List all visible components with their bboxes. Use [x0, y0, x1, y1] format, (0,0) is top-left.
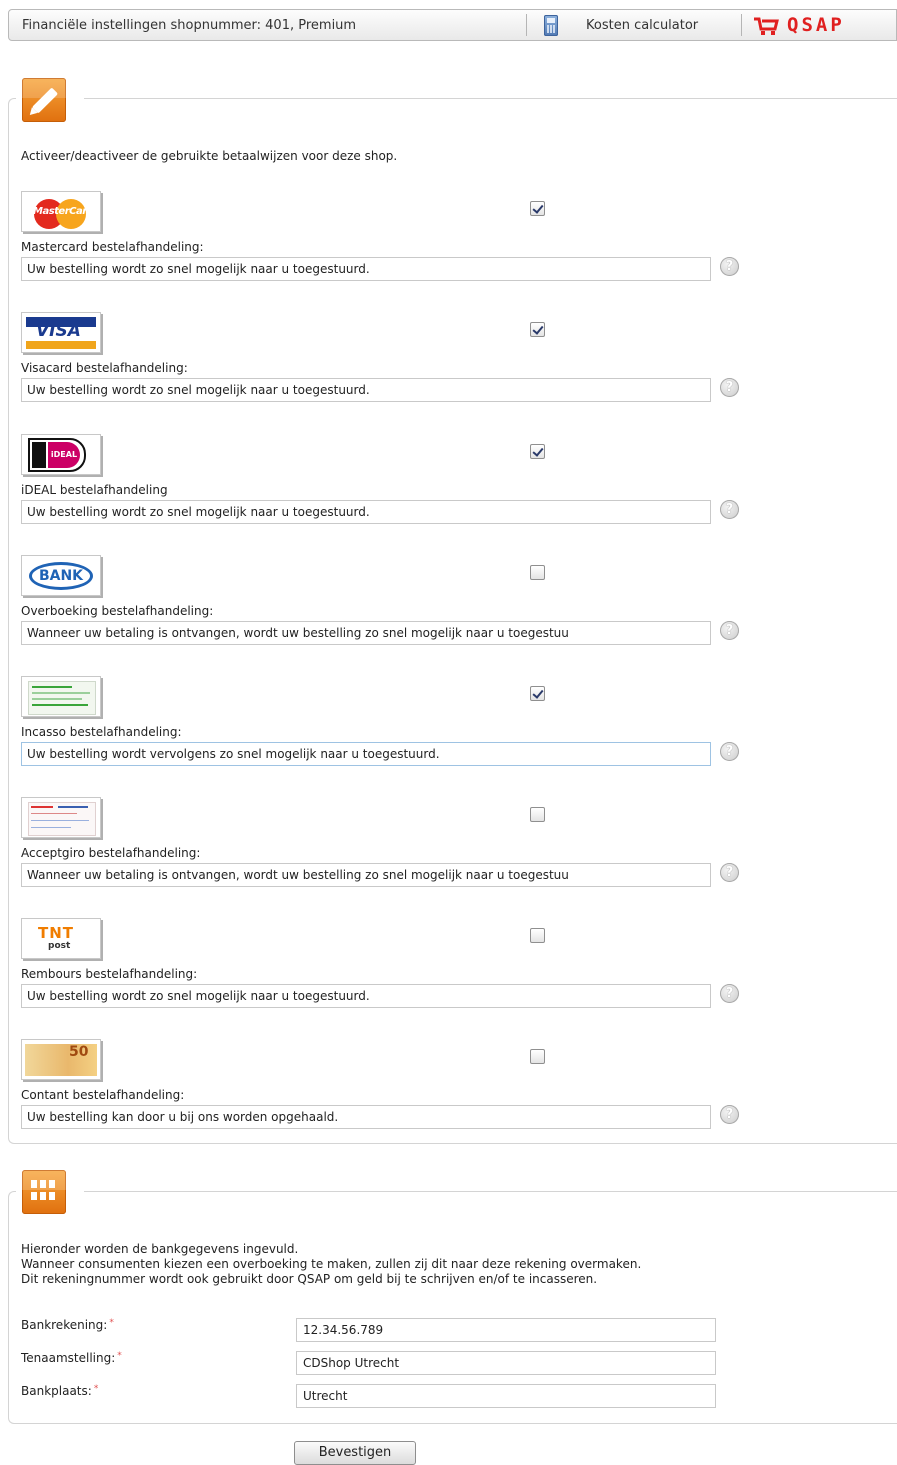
required-marker: * [117, 1351, 122, 1361]
header-divider [741, 14, 742, 36]
bank-city-input[interactable]: Utrecht [296, 1384, 716, 1408]
calculator-icon[interactable] [544, 15, 558, 36]
field-label: Bankrekening: [21, 1318, 108, 1332]
enable-checkbox[interactable] [530, 565, 545, 580]
payment-method-tnt-post: TNT post Rembours bestelafhandeling: Uw bes… [21, 918, 741, 1038]
help-icon[interactable]: ? [720, 621, 739, 640]
confirm-button[interactable]: Bevestigen [294, 1441, 416, 1465]
account-holder-input[interactable]: CDShop Utrecht [296, 1351, 716, 1375]
acceptgiro-form-logo [21, 797, 101, 838]
pencil-icon [22, 78, 66, 122]
qsap-logo: QSAP [753, 14, 893, 36]
payment-method-visa: VISA Visacard bestelafhandeling: Uw bestel… [21, 312, 741, 432]
payment-method-incasso-form: Incasso bestelafhandeling: Uw bestelling … [21, 676, 741, 796]
payment-method-bank: BANK Overboeking bestelafhandeling: Wannee… [21, 555, 741, 675]
method-label: Mastercard bestelafhandeling: [21, 240, 204, 254]
payment-intro-text: Activeer/deactiveer de gebruikte betaalw… [21, 149, 398, 163]
page-title: Financiële instellingen shopnummer: 401,… [22, 18, 357, 33]
help-icon[interactable]: ? [720, 863, 739, 882]
method-label: Contant bestelafhandeling: [21, 1088, 185, 1102]
header-bar: Financiële instellingen shopnummer: 401,… [8, 9, 897, 41]
enable-checkbox[interactable] [530, 807, 545, 822]
method-label: Overboeking bestelafhandeling: [21, 604, 214, 618]
bank-account-label: Bankrekening: * [21, 1318, 114, 1332]
order-message-input[interactable]: Uw bestelling wordt zo snel mogelijk naa… [21, 378, 711, 402]
order-message-input[interactable]: Wanneer uw betaling is ontvangen, wordt … [21, 621, 711, 645]
bank-account-input[interactable]: 12.34.56.789 [296, 1318, 716, 1342]
ideal-logo: iDEAL [21, 434, 101, 475]
incasso-form-logo [21, 676, 101, 717]
panel-icon [16, 1170, 84, 1214]
grid-icon [22, 1170, 66, 1214]
logo-text: MasterCard [33, 206, 94, 217]
help-icon[interactable]: ? [720, 257, 739, 276]
method-label: Visacard bestelafhandeling: [21, 361, 188, 375]
bank-description-line: Wanneer consumenten kiezen een overboeki… [21, 1257, 642, 1271]
order-message-input[interactable]: Uw bestelling wordt vervolgens zo snel m… [21, 742, 711, 766]
enable-checkbox[interactable] [530, 1049, 545, 1064]
order-message-input[interactable]: Uw bestelling wordt zo snel mogelijk naa… [21, 500, 711, 524]
payment-method-banknote: 50 Contant bestelafhandeling: Uw bestellin… [21, 1039, 741, 1159]
help-icon[interactable]: ? [720, 378, 739, 397]
logo-text: BANK [29, 562, 93, 590]
enable-checkbox[interactable] [530, 322, 545, 337]
required-marker: * [93, 1384, 99, 1394]
header-divider [526, 14, 527, 36]
method-label: Acceptgiro bestelafhandeling: [21, 846, 201, 860]
panel-icon [16, 78, 84, 122]
order-message-input[interactable]: Wanneer uw betaling is ontvangen, wordt … [21, 863, 711, 887]
logo-text: 50 [69, 1044, 89, 1060]
help-icon[interactable]: ? [720, 742, 739, 761]
order-message-input[interactable]: Uw bestelling kan door u bij ons worden … [21, 1105, 711, 1129]
payment-method-ideal: iDEAL iDEAL bestelafhandeling Uw bestellin… [21, 434, 741, 554]
enable-checkbox[interactable] [530, 201, 545, 216]
account-holder-label: Tenaamstelling: * [21, 1351, 122, 1365]
order-message-input[interactable]: Uw bestelling wordt zo snel mogelijk naa… [21, 257, 711, 281]
help-icon[interactable]: ? [720, 984, 739, 1003]
order-message-input[interactable]: Uw bestelling wordt zo snel mogelijk naa… [21, 984, 711, 1008]
bank-description-line: Hieronder worden de bankgegevens ingevul… [21, 1242, 299, 1256]
enable-checkbox[interactable] [530, 928, 545, 943]
method-label: iDEAL bestelafhandeling [21, 483, 168, 497]
field-label: Bankplaats: [21, 1384, 92, 1398]
logo-subtext: post [48, 941, 71, 951]
method-label: Incasso bestelafhandeling: [21, 725, 182, 739]
payment-method-mastercard: MasterCard Mastercard bestelafhandeling: U… [21, 191, 741, 311]
help-icon[interactable]: ? [720, 1105, 739, 1124]
logo-text: QSAP [787, 14, 845, 36]
bank-logo: BANK [21, 555, 101, 596]
visa-logo: VISA [21, 312, 101, 353]
required-marker: * [109, 1318, 114, 1328]
logo-text: iDEAL [48, 442, 80, 468]
logo-text: VISA [36, 321, 81, 341]
bank-city-label: Bankplaats: * [21, 1384, 98, 1398]
cost-calculator-link[interactable]: Kosten calculator [586, 18, 698, 33]
field-label: Tenaamstelling: [21, 1351, 116, 1365]
mastercard-logo: MasterCard [21, 191, 101, 232]
tnt-post-logo: TNT post [21, 918, 101, 959]
enable-checkbox[interactable] [530, 686, 545, 701]
bank-description-line: Dit rekeningnummer wordt ook gebruikt do… [21, 1272, 598, 1286]
enable-checkbox[interactable] [530, 444, 545, 459]
shopping-cart-icon [754, 17, 779, 35]
payment-method-acceptgiro-form: Acceptgiro bestelafhandeling: Wanneer uw … [21, 797, 741, 917]
logo-text: TNT [38, 924, 75, 942]
method-label: Rembours bestelafhandeling: [21, 967, 198, 981]
help-icon[interactable]: ? [720, 500, 739, 519]
banknote-logo: 50 [21, 1039, 101, 1080]
